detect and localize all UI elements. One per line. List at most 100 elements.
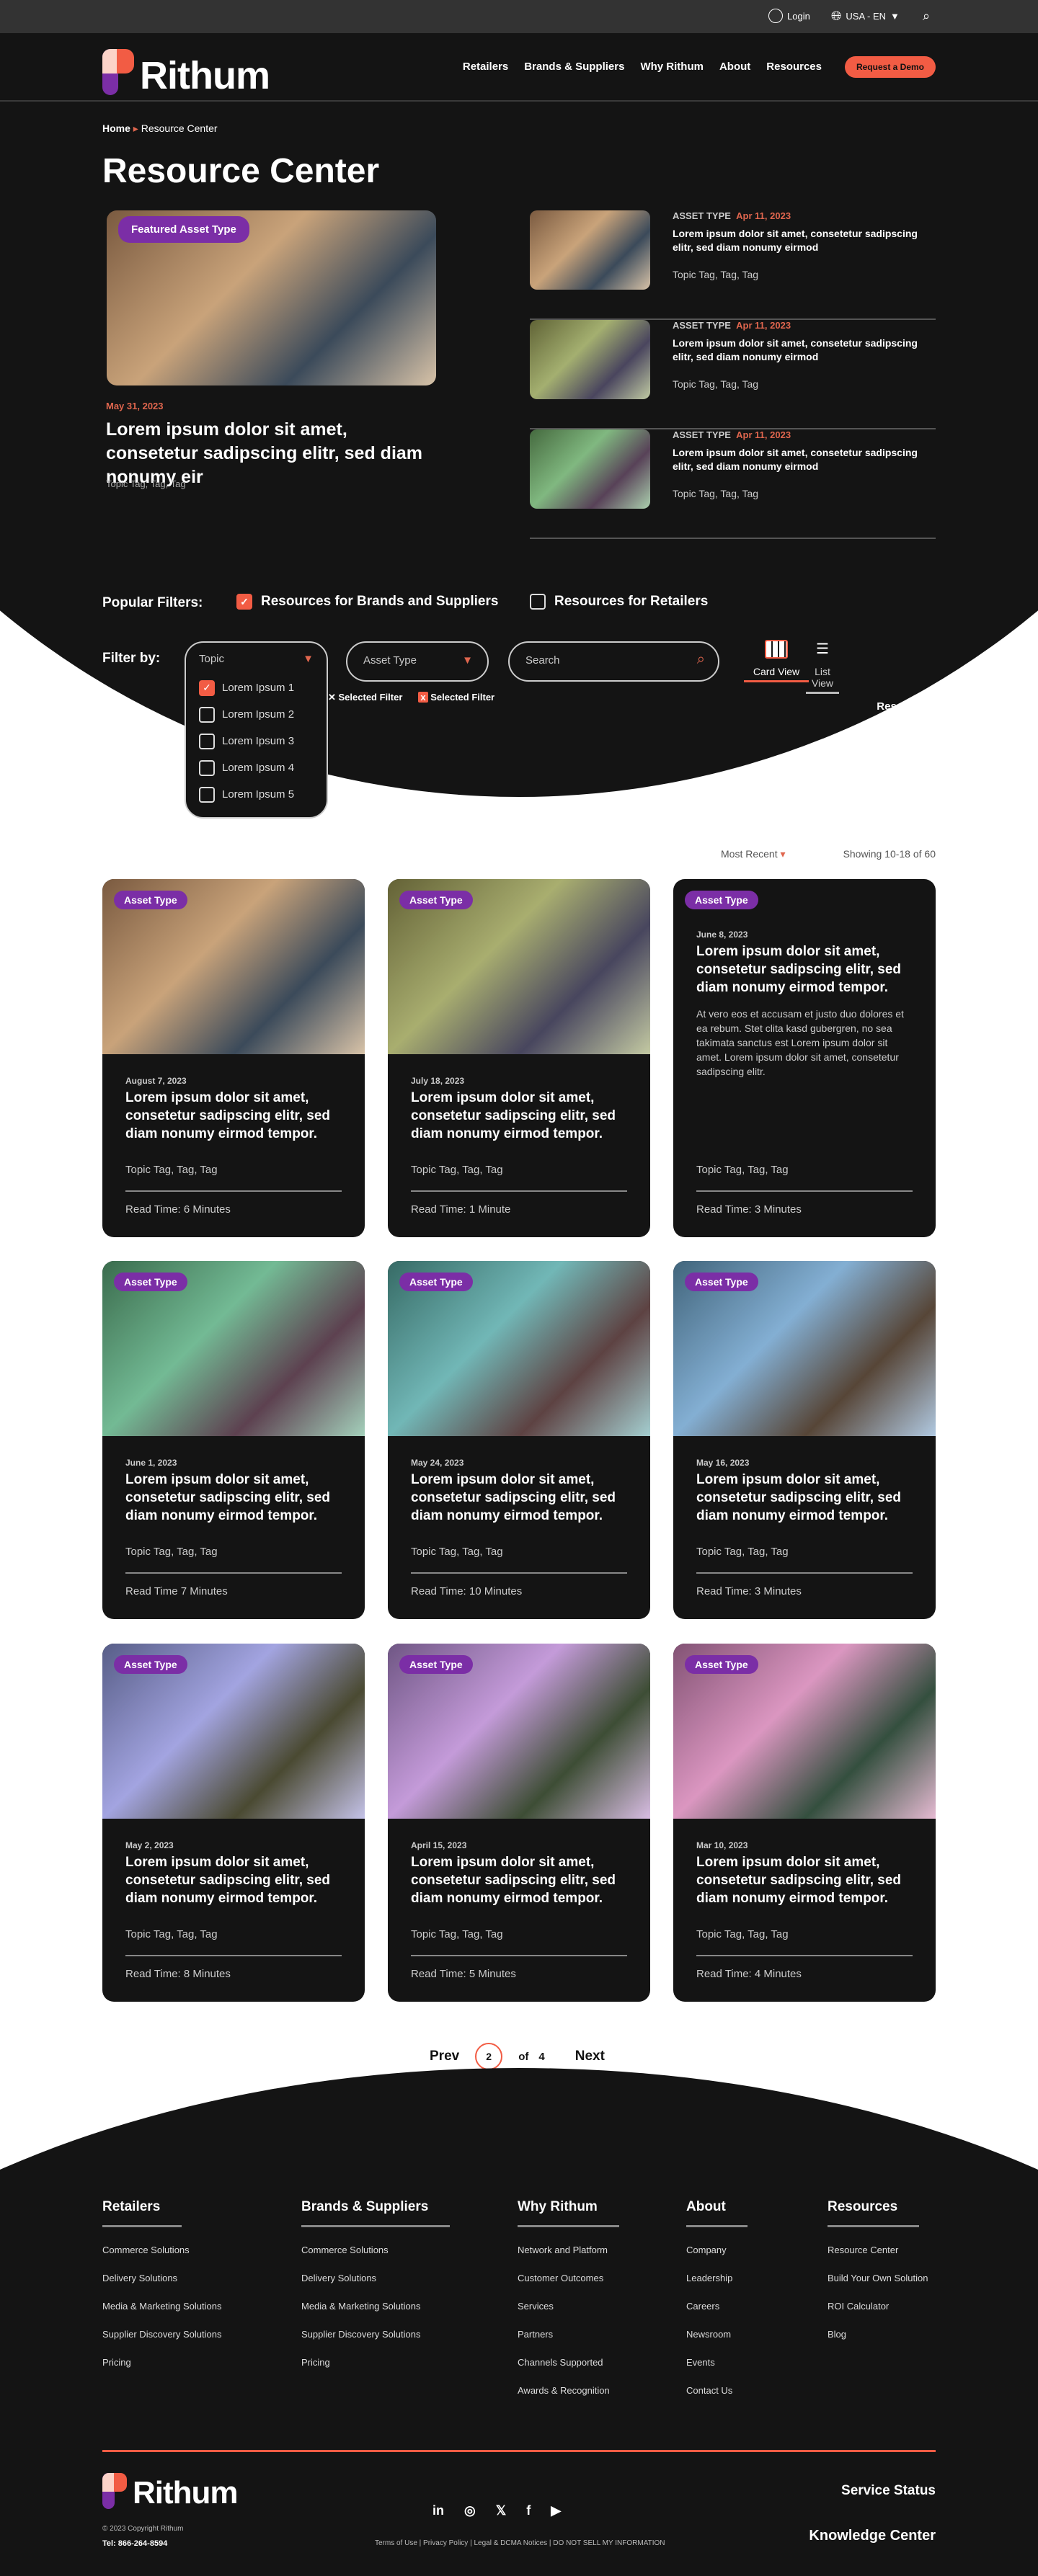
footer-link[interactable]: Blog	[828, 2329, 928, 2340]
card-read-time: Read Time: 10 Minutes	[411, 1585, 523, 1597]
nav-resources[interactable]: Resources	[766, 61, 822, 73]
topic-option[interactable]: Lorem Ipsum 5	[199, 781, 314, 808]
topic-dropdown[interactable]: Topic ▼ ✓ Lorem Ipsum 1 Lorem Ipsum 2 Lorem …	[185, 641, 328, 819]
card-tags: Topic Tag, Tag, Tag	[696, 1546, 789, 1558]
card-read-time: Read Time: 3 Minutes	[696, 1203, 802, 1216]
side-resource-item[interactable]: ASSET TYPE Apr 11, 2023 Lorem ipsum dolor…	[530, 320, 936, 429]
card-title: Lorem ipsum dolor sit amet, consetetur s…	[696, 1472, 902, 1523]
checkbox-checked-icon[interactable]: ✓	[236, 594, 252, 610]
nav-retailers[interactable]: Retailers	[463, 61, 508, 73]
list-view-toggle[interactable]: ☰ List View	[806, 640, 839, 694]
prev-page-button[interactable]: Prev	[430, 2049, 459, 2064]
card-view-toggle[interactable]: Card View	[744, 640, 809, 682]
request-demo-button[interactable]: Request a Demo	[844, 56, 936, 78]
footer-link[interactable]: Commerce Solutions	[301, 2245, 450, 2255]
side-resource-item[interactable]: ASSET TYPE Apr 11, 2023 Lorem ipsum dolor…	[530, 210, 936, 320]
pagination: Prev 2 of 4 Next	[430, 2043, 605, 2070]
checkbox-icon[interactable]	[530, 594, 546, 610]
resource-thumbnail	[530, 429, 650, 509]
breadcrumb-home[interactable]: Home	[102, 122, 130, 134]
instagram-icon[interactable]: ◎	[464, 2503, 476, 2518]
legal-links[interactable]: Terms of Use | Privacy Policy | Legal & …	[375, 2539, 665, 2547]
nav-brands-suppliers[interactable]: Brands & Suppliers	[524, 61, 624, 73]
footer-link[interactable]: Commerce Solutions	[102, 2245, 221, 2255]
youtube-icon[interactable]: ▶	[551, 2503, 561, 2518]
footer-link[interactable]: Partners	[518, 2329, 619, 2340]
nav-why-rithum[interactable]: Why Rithum	[640, 61, 704, 73]
footer-link[interactable]: Pricing	[102, 2357, 221, 2368]
login-link[interactable]: Login	[768, 9, 810, 23]
next-page-button[interactable]: Next	[575, 2049, 605, 2064]
rithum-logo[interactable]: Rithum	[102, 49, 270, 95]
checkbox-icon[interactable]	[199, 733, 215, 749]
checkbox-icon[interactable]	[199, 759, 215, 776]
footer-link[interactable]: Channels Supported	[518, 2357, 619, 2368]
footer-link[interactable]: Pricing	[301, 2357, 450, 2368]
resource-card[interactable]: Asset Type May 2, 2023 Lorem ipsum dolor s…	[102, 1644, 365, 2002]
footer-link[interactable]: Supplier Discovery Solutions	[301, 2329, 450, 2340]
topic-option[interactable]: Lorem Ipsum 4	[199, 754, 314, 781]
asset-type-dropdown[interactable]: Asset Type ▼	[346, 641, 489, 682]
nav-about[interactable]: About	[719, 61, 750, 73]
filter-by-label: Filter by:	[102, 651, 161, 666]
top-utility-bar: Login 🌐︎ USA - EN ▼ ⌕	[0, 0, 1038, 33]
footer-link[interactable]: Resource Center	[828, 2245, 928, 2255]
footer-link[interactable]: Delivery Solutions	[102, 2273, 221, 2283]
resource-card[interactable]: Asset Type Mar 10, 2023 Lorem ipsum dolor …	[673, 1644, 936, 2002]
footer-link[interactable]: Media & Marketing Solutions	[301, 2301, 450, 2312]
footer-link[interactable]: ROI Calculator	[828, 2301, 928, 2312]
service-status-link[interactable]: Service Status	[841, 2483, 936, 2499]
footer-link[interactable]: Network and Platform	[518, 2245, 619, 2255]
checkbox-icon[interactable]	[199, 706, 215, 723]
search-input[interactable]: Search ⌕	[508, 641, 719, 682]
checkbox-checked-icon[interactable]: ✓	[199, 679, 215, 696]
selected-filter-chip[interactable]: x Selected Filter	[418, 692, 494, 703]
footer-link[interactable]: Contact Us	[686, 2385, 748, 2396]
footer-logo[interactable]: Rithum	[102, 2473, 239, 2509]
popular-filter-retailers[interactable]: Resources for Retailers	[530, 594, 708, 610]
sort-dropdown[interactable]: Most Recent ▾	[721, 848, 786, 860]
list-icon: ☰	[816, 641, 829, 657]
search-icon[interactable]: ⌕	[923, 9, 930, 24]
resource-card[interactable]: Asset Type June 1, 2023 Lorem ipsum dolor …	[102, 1261, 365, 1619]
linkedin-icon[interactable]: in	[432, 2503, 444, 2518]
resource-card[interactable]: Asset Type May 16, 2023 Lorem ipsum dolor …	[673, 1261, 936, 1619]
footer-column: Brands & Suppliers Commerce Solutions Deli…	[301, 2199, 451, 2368]
locale-selector[interactable]: 🌐︎ USA - EN ▼	[831, 9, 900, 24]
card-tags: Topic Tag, Tag, Tag	[696, 1928, 789, 1940]
card-read-time: Read Time: 6 Minutes	[125, 1203, 231, 1216]
footer-link[interactable]: Media & Marketing Solutions	[102, 2301, 221, 2312]
featured-resource[interactable]: Featured Asset Type	[107, 210, 436, 385]
reset-filter-button[interactable]: Reset Filter	[877, 700, 936, 713]
footer-link[interactable]: Delivery Solutions	[301, 2273, 450, 2283]
footer-link[interactable]: Newsroom	[686, 2329, 748, 2340]
footer-link[interactable]: Awards & Recognition	[518, 2385, 619, 2396]
footer-link[interactable]: Build Your Own Solution	[828, 2273, 928, 2283]
x-icon[interactable]: 𝕏	[496, 2503, 507, 2518]
divider	[125, 1955, 342, 1956]
footer-link[interactable]: Company	[686, 2245, 748, 2255]
topic-option[interactable]: ✓ Lorem Ipsum 1	[199, 674, 314, 701]
footer-link[interactable]: Services	[518, 2301, 619, 2312]
topic-option[interactable]: Lorem Ipsum 2	[199, 701, 314, 728]
resource-card[interactable]: Asset Type June 8, 2023 Lorem ipsum dolor …	[673, 879, 936, 1237]
footer-link[interactable]: Supplier Discovery Solutions	[102, 2329, 221, 2340]
popular-filter-brands[interactable]: ✓ Resources for Brands and Suppliers	[236, 594, 498, 610]
current-page[interactable]: 2	[475, 2043, 503, 2070]
topic-option[interactable]: Lorem Ipsum 3	[199, 728, 314, 754]
checkbox-icon[interactable]	[199, 786, 215, 803]
side-resource-item[interactable]: ASSET TYPE Apr 11, 2023 Lorem ipsum dolor…	[530, 429, 936, 539]
caret-down-icon: ▼	[303, 653, 314, 665]
footer-link[interactable]: Events	[686, 2357, 748, 2368]
footer-link[interactable]: Leadership	[686, 2273, 748, 2283]
footer-link[interactable]: Customer Outcomes	[518, 2273, 619, 2283]
resource-card[interactable]: Asset Type April 15, 2023 Lorem ipsum dolo…	[388, 1644, 650, 2002]
card-date: May 16, 2023	[696, 1458, 750, 1468]
facebook-icon[interactable]: f	[526, 2503, 531, 2518]
knowledge-center-link[interactable]: Knowledge Center	[809, 2528, 936, 2544]
resource-card[interactable]: Asset Type May 24, 2023 Lorem ipsum dolor …	[388, 1261, 650, 1619]
footer-link[interactable]: Careers	[686, 2301, 748, 2312]
selected-filter-chip[interactable]: ✕ Selected Filter	[328, 692, 402, 703]
resource-card[interactable]: Asset Type July 18, 2023 Lorem ipsum dolor…	[388, 879, 650, 1237]
resource-card[interactable]: Asset Type August 7, 2023 Lorem ipsum dolo…	[102, 879, 365, 1237]
